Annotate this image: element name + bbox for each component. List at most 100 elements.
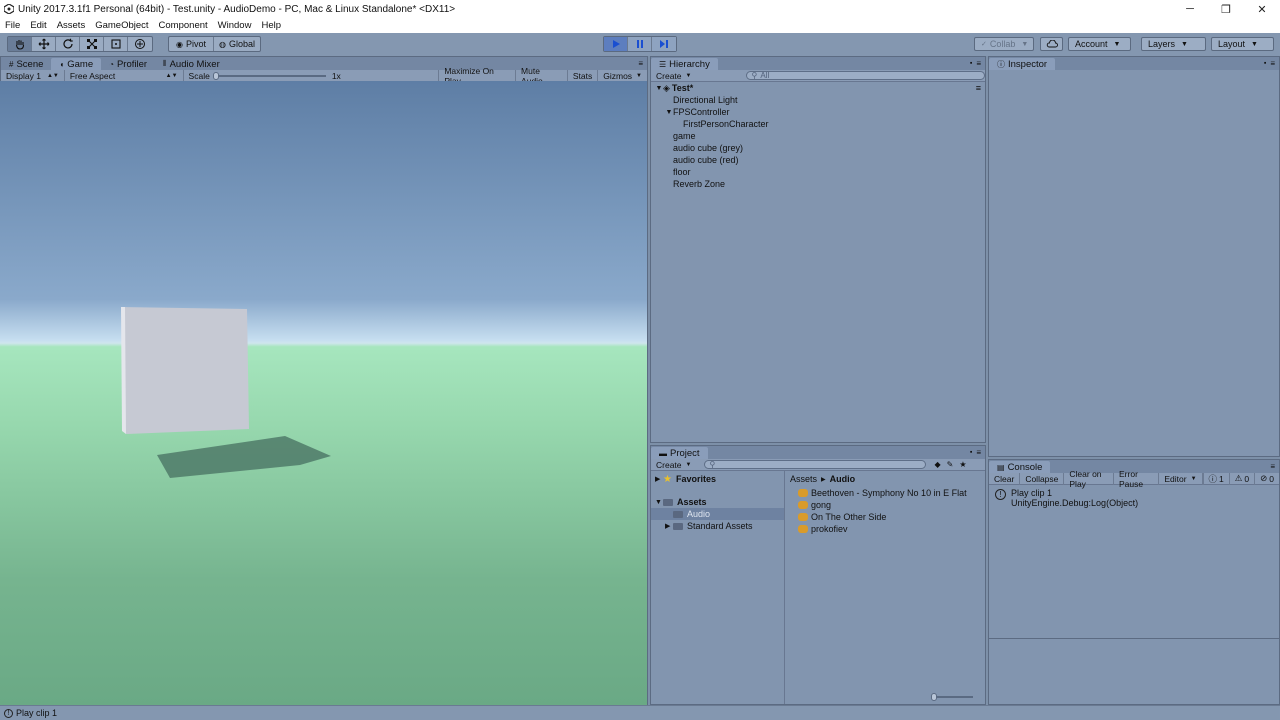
audio-file-item[interactable]: prokofiev [786,523,985,535]
rotate-tool-button[interactable] [56,37,80,51]
menu-window[interactable]: Window [213,20,257,31]
scale-slider-thumb[interactable] [212,71,219,80]
hierarchy-item[interactable]: Reverb Zone [651,178,985,190]
scene-menu-icon[interactable]: ≡ [976,83,981,93]
stats-toggle[interactable]: Stats [568,69,599,82]
expand-arrow-icon[interactable]: ▶ [655,475,663,483]
audio-file-item[interactable]: Beethoven - Symphony No 10 in E Flat [786,487,985,499]
panel-menu-icon[interactable]: ≡ [1270,59,1275,68]
tab-scene[interactable]: # Scene [1,58,51,70]
panel-menu-icon[interactable]: ≡ [1270,462,1275,471]
play-button[interactable] [604,37,628,51]
panel-menu-icon[interactable]: ≡ [638,59,643,68]
tab-console[interactable]: ▤ Console [989,461,1051,473]
tab-audio-mixer[interactable]: ⦀ Audio Mixer [155,58,228,70]
info-count-toggle[interactable]: ⓘ 1 [1202,472,1230,485]
warning-count-toggle[interactable]: ⚠ 0 [1230,472,1256,485]
tab-project[interactable]: ▬ Project [651,447,708,459]
rect-tool-button[interactable] [104,37,128,51]
console-clear-button[interactable]: Clear [989,472,1021,485]
tab-inspector[interactable]: ⓘ Inspector [989,58,1056,70]
console-icon: ▤ [997,462,1005,472]
hierarchy-item[interactable]: audio cube (grey) [651,142,985,154]
filter-type-icon[interactable]: ◆ [934,460,940,469]
hierarchy-item[interactable]: audio cube (red) [651,154,985,166]
hand-tool-button[interactable] [8,37,32,51]
menu-help[interactable]: Help [256,20,286,31]
filter-label-icon[interactable]: ✎ [947,460,954,469]
transform-tool-button[interactable] [128,37,152,51]
console-splitter[interactable] [989,638,1279,639]
hierarchy-item[interactable]: ▼ FPSController [651,106,985,118]
icon-size-slider-thumb[interactable] [931,693,937,701]
menu-file[interactable]: File [0,20,25,31]
tab-profiler[interactable]: ◔ Profiler [101,58,155,70]
panel-menu-icon[interactable]: ≡ [976,448,981,457]
restore-button[interactable]: ❐ [1208,0,1244,18]
game-view-render[interactable] [0,81,647,705]
cloud-button[interactable] [1040,37,1063,51]
move-tool-button[interactable] [32,37,56,51]
audio-file-item[interactable]: gong [786,499,985,511]
folder-icon [673,510,683,518]
panel-menu-icon[interactable]: ≡ [976,59,981,68]
cloud-check-icon: ✓ [981,41,987,48]
collab-dropdown[interactable]: ✓ Collab ▼ [974,37,1034,51]
menu-gameobject[interactable]: GameObject [90,20,153,31]
menu-assets[interactable]: Assets [52,20,91,31]
minimize-button[interactable]: ─ [1172,0,1208,18]
scale-slider[interactable] [212,71,326,80]
project-create-dropdown[interactable]: Create ▼ [651,459,696,471]
account-dropdown[interactable]: Account ▼ [1068,37,1131,51]
lock-icon[interactable]: ▪ [1264,60,1266,67]
display-dropdown[interactable]: Display 1 ▲▼ [1,69,65,82]
expand-arrow-icon[interactable]: ▶ [665,522,673,530]
step-button[interactable] [652,37,676,51]
hierarchy-create-dropdown[interactable]: Create ▼ [651,70,696,82]
assets-row[interactable]: ▼ Assets [651,496,784,508]
expand-arrow-icon[interactable]: ▼ [665,109,673,116]
console-error-pause-button[interactable]: Error Pause [1114,469,1160,489]
icon-size-slider[interactable] [931,693,973,701]
close-button[interactable]: ✕ [1244,0,1280,18]
favorites-row[interactable]: ▶ ★ Favorites [651,473,784,485]
hierarchy-search-input[interactable]: ⚲ All [746,71,985,80]
tab-game[interactable]: ◖ Game [51,58,102,70]
project-search-input[interactable]: ⚲ [704,460,927,469]
audio-file-item[interactable]: On The Other Side [786,511,985,523]
status-bar[interactable]: ! Play clip 1 [0,705,1280,720]
pause-button[interactable] [628,37,652,51]
console-log-entry[interactable]: ! Play clip 1 UnityEngine.Debug:Log(Obje… [989,485,1279,511]
mute-audio-toggle[interactable]: Mute Audio [516,66,568,86]
console-clear-on-play-button[interactable]: Clear on Play [1064,469,1115,489]
hierarchy-item[interactable]: FirstPersonCharacter [651,118,985,130]
lock-icon[interactable]: ▪ [970,449,972,456]
aspect-dropdown[interactable]: Free Aspect ▲▼ [65,69,184,82]
maximize-on-play-toggle[interactable]: Maximize On Play [438,66,517,86]
hierarchy-item[interactable]: game [651,130,985,142]
breadcrumb-assets[interactable]: Assets [790,474,817,484]
scale-tool-button[interactable] [80,37,104,51]
gizmos-dropdown[interactable]: Gizmos ▼ [598,70,647,82]
hierarchy-item[interactable]: floor [651,166,985,178]
tab-hierarchy[interactable]: ☰ Hierarchy [651,58,718,70]
hierarchy-item[interactable]: Directional Light [651,94,985,106]
error-count-toggle[interactable]: ⊘ 0 [1255,473,1279,485]
scene-root-row[interactable]: ▼ ◈ Test* ≡ [651,82,985,94]
console-editor-dropdown[interactable]: Editor ▼ [1159,472,1203,485]
menu-component[interactable]: Component [154,20,213,31]
breadcrumb-audio[interactable]: Audio [830,474,856,484]
audio-folder-row[interactable]: Audio [651,508,784,520]
layout-dropdown[interactable]: Layout ▼ [1211,37,1274,51]
console-collapse-button[interactable]: Collapse [1020,472,1065,485]
lock-icon[interactable]: ▪ [970,60,972,67]
global-button[interactable]: ◍ Global [214,37,260,51]
standard-assets-row[interactable]: ▶ Standard Assets [651,520,784,532]
favorite-star-icon[interactable]: ★ [959,460,966,469]
layers-dropdown[interactable]: Layers ▼ [1141,37,1206,51]
pivot-button[interactable]: ◉ Pivot [169,37,214,51]
tab-profiler-label: Profiler [116,58,148,70]
expand-arrow-icon[interactable]: ▼ [655,499,663,506]
menu-edit[interactable]: Edit [25,20,51,31]
expand-arrow-icon[interactable]: ▼ [655,85,663,92]
